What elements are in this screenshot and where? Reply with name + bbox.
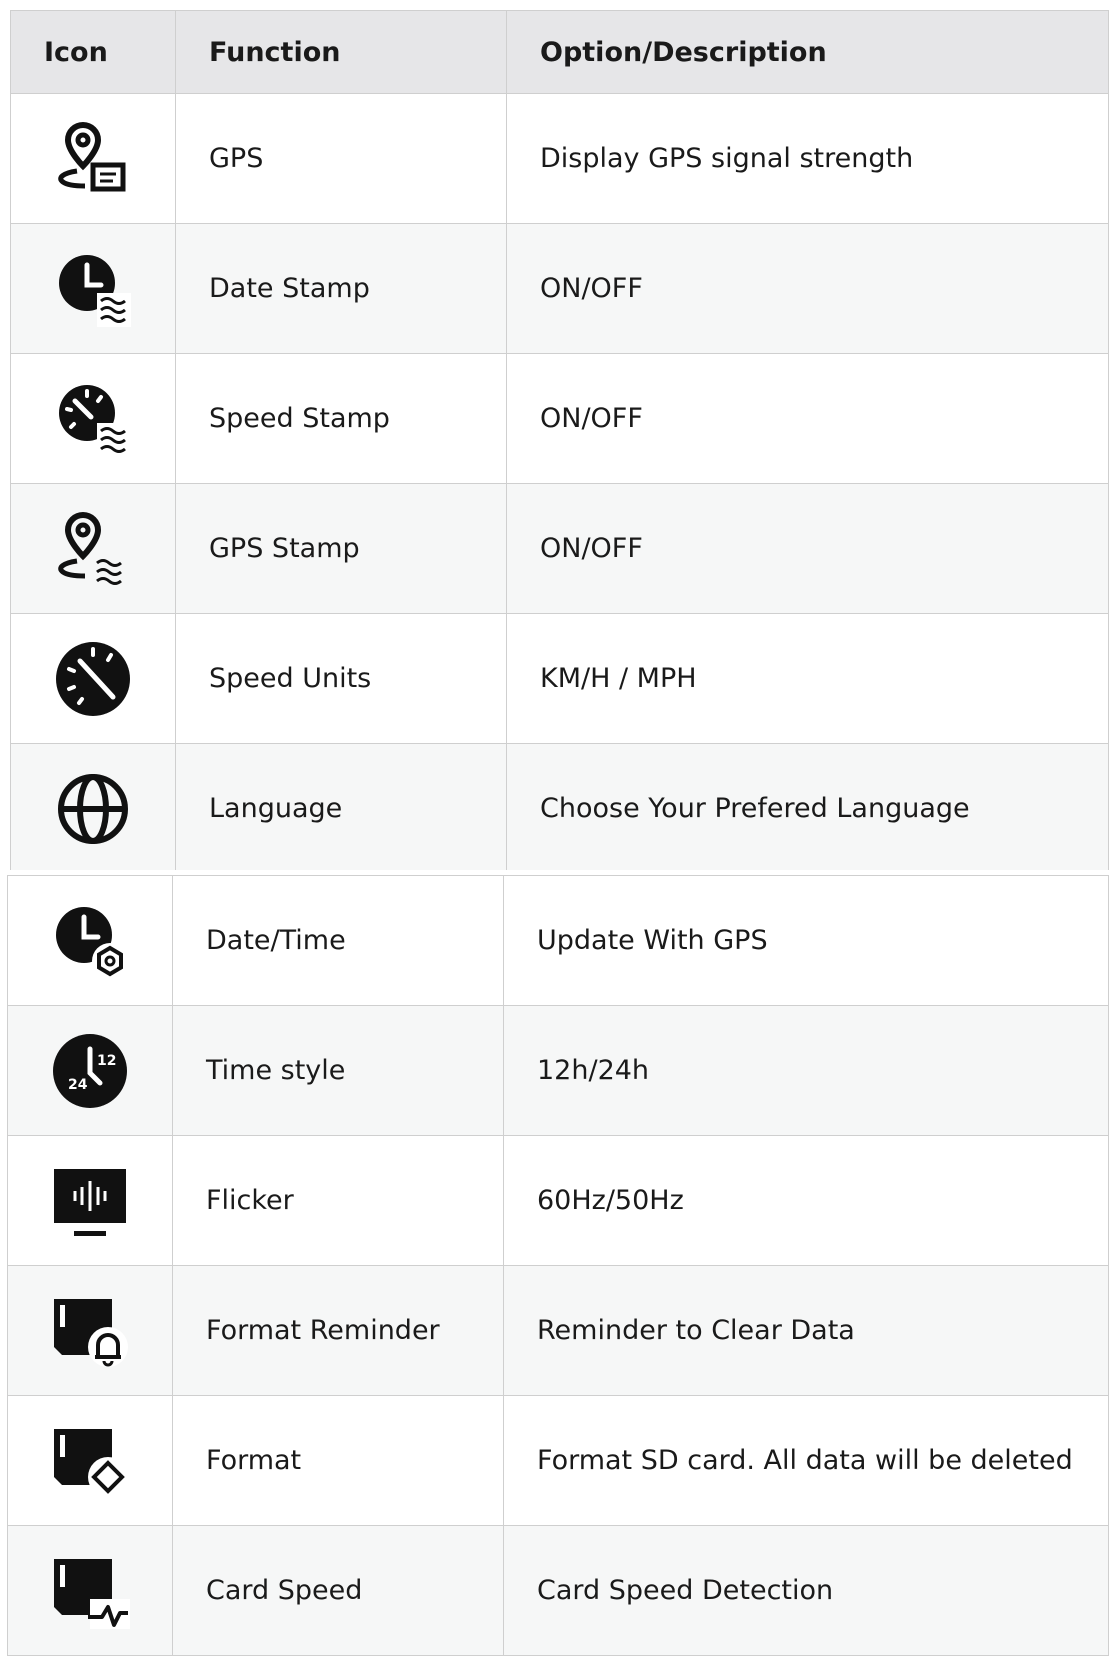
header-icon: Icon: [10, 10, 176, 94]
globe-icon: [58, 773, 128, 844]
table-row: Card Speed Card Speed Detection: [7, 1525, 1109, 1656]
sd-card-speed-icon: [54, 1558, 130, 1629]
description-label: ON/OFF: [540, 403, 643, 434]
table-row: Date/Time Update With GPS: [7, 875, 1109, 1006]
table-row: Speed Units KM/H / MPH: [10, 613, 1109, 744]
function-label: Flicker: [206, 1185, 294, 1216]
function-table-top: Icon Function Option/Description GPS Dis…: [10, 10, 1109, 874]
table-row: Date Stamp ON/OFF: [10, 223, 1109, 354]
date-stamp-icon: [59, 254, 131, 327]
description-label: KM/H / MPH: [540, 663, 697, 694]
header-function: Function: [175, 10, 507, 94]
function-label: Time style: [206, 1055, 346, 1086]
table-header-row: Icon Function Option/Description: [10, 10, 1109, 94]
description-label: 12h/24h: [537, 1055, 650, 1086]
gps-stamp-icon: [58, 511, 122, 585]
clock-12-24-icon: 24 12: [53, 1033, 127, 1108]
function-table-bottom: Date/Time Update With GPS 24 12 Time sty…: [7, 875, 1109, 1656]
table-row: Format Reminder Reminder to Clear Data: [7, 1265, 1109, 1396]
table-row: GPS Stamp ON/OFF: [10, 483, 1109, 614]
sd-card-bell-icon: [54, 1298, 128, 1367]
svg-text:12: 12: [97, 1053, 116, 1069]
description-label: Display GPS signal strength: [540, 143, 914, 174]
function-label: Card Speed: [206, 1575, 363, 1606]
svg-text:24: 24: [68, 1077, 88, 1093]
speed-stamp-icon: [59, 384, 131, 457]
gps-location-icon: [58, 121, 126, 191]
table-row: Flicker 60Hz/50Hz: [7, 1135, 1109, 1266]
function-label: Date Stamp: [209, 273, 370, 304]
description-label: ON/OFF: [540, 533, 643, 564]
table-row: 24 12 Time style 12h/24h: [7, 1005, 1109, 1136]
description-label: Format SD card. All data will be deleted: [537, 1445, 1073, 1476]
flicker-monitor-icon: [54, 1168, 126, 1236]
description-label: 60Hz/50Hz: [537, 1185, 684, 1216]
header-description: Option/Description: [506, 10, 1109, 94]
table-row: Format Format SD card. All data will be …: [7, 1395, 1109, 1526]
function-label: Speed Units: [209, 663, 372, 694]
sd-card-eraser-icon: [54, 1428, 128, 1497]
function-label: Speed Stamp: [209, 403, 390, 434]
function-label: Format Reminder: [206, 1315, 440, 1346]
table-row: GPS Display GPS signal strength: [10, 93, 1109, 224]
description-label: Card Speed Detection: [537, 1575, 834, 1606]
description-label: ON/OFF: [540, 273, 643, 304]
function-label: Date/Time: [206, 925, 346, 956]
description-label: Update With GPS: [537, 925, 768, 956]
description-label: Choose Your Prefered Language: [540, 793, 970, 824]
function-label: Format: [206, 1445, 302, 1476]
function-label: Language: [209, 793, 343, 824]
function-label: GPS: [209, 143, 264, 174]
speedometer-icon: [56, 641, 130, 716]
table-row: Language Choose Your Prefered Language: [10, 743, 1109, 874]
clock-settings-icon: [56, 906, 128, 979]
function-label: GPS Stamp: [209, 533, 360, 564]
table-row: Speed Stamp ON/OFF: [10, 353, 1109, 484]
description-label: Reminder to Clear Data: [537, 1315, 855, 1346]
